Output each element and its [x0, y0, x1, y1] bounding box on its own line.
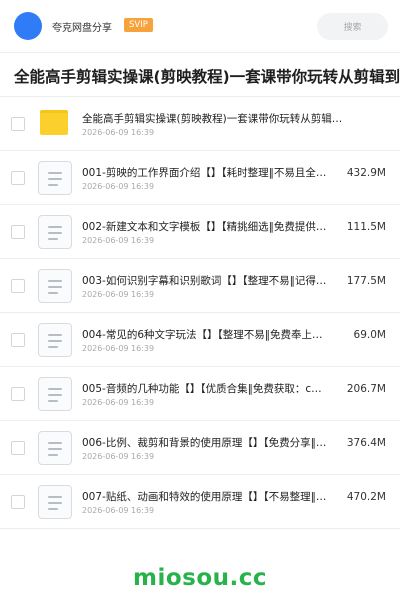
file-size: 470.2M [346, 491, 386, 503]
file-date: 2026-06-09 16:39 [82, 452, 155, 461]
file-date: 2026-06-09 16:39 [82, 182, 155, 191]
row-checkbox[interactable] [11, 117, 25, 131]
file-size: 69.0M [353, 329, 386, 341]
row-checkbox[interactable] [11, 441, 25, 455]
file-date: 2026-06-09 16:39 [82, 290, 155, 299]
site-name[interactable]: 夸克网盘分享 [52, 19, 112, 34]
file-size: 111.5M [346, 221, 386, 233]
avatar[interactable] [14, 12, 42, 40]
page-title: 全能高手剪辑实操课(剪映教程)一套课带你玩转从剪辑到创 [14, 68, 400, 86]
search-input[interactable]: 搜索 [317, 13, 388, 40]
svip-badge: SVIP [124, 18, 153, 32]
file-size: 206.7M [346, 383, 386, 395]
document-icon [38, 323, 72, 357]
row-checkbox[interactable] [11, 495, 25, 509]
document-icon [38, 485, 72, 519]
document-icon [38, 377, 72, 411]
list-item[interactable]: 003-如何识别字幕和识别歌词【】【整理不易‖记得… 2026-06-09 16… [0, 259, 400, 313]
row-divider [0, 528, 400, 529]
document-icon [38, 431, 72, 465]
file-name[interactable]: 全能高手剪辑实操课(剪映教程)一套课带你玩转从剪辑… [82, 111, 354, 126]
file-size: 177.5M [346, 275, 386, 287]
list-item[interactable]: 006-比例、裁剪和背景的使用原理【】【免费分享‖… 2026-06-09 16… [0, 421, 400, 475]
document-icon [38, 269, 72, 303]
file-date: 2026-06-09 16:39 [82, 398, 155, 407]
document-icon [38, 161, 72, 195]
list-item[interactable]: 005-音频的几种功能【】【优质合集‖免费获取：c… 2026-06-09 16… [0, 367, 400, 421]
row-checkbox[interactable] [11, 279, 25, 293]
file-name[interactable]: 007-贴纸、动画和特效的使用原理【】【不易整理‖… [82, 489, 346, 504]
header: 夸克网盘分享 SVIP 搜索 [0, 0, 400, 52]
row-checkbox[interactable] [11, 171, 25, 185]
row-checkbox[interactable] [11, 225, 25, 239]
watermark-text: miosou.cc [132, 565, 268, 591]
file-name[interactable]: 005-音频的几种功能【】【优质合集‖免费获取：c… [82, 381, 346, 396]
file-size: 432.9M [346, 167, 386, 179]
list-item[interactable]: 007-贴纸、动画和特效的使用原理【】【不易整理‖… 2026-06-09 16… [0, 475, 400, 529]
file-name[interactable]: 004-常见的6种文字玩法【】【整理不易‖免费奉上… [82, 327, 346, 342]
list-item[interactable]: 001-剪映的工作界面介绍【】【耗时整理‖不易且全… 2026-06-09 16… [0, 151, 400, 205]
file-date: 2026-06-09 16:39 [82, 506, 155, 515]
file-name[interactable]: 006-比例、裁剪和背景的使用原理【】【免费分享‖… [82, 435, 346, 450]
row-checkbox[interactable] [11, 387, 25, 401]
folder-icon [38, 107, 72, 141]
list-item[interactable]: 全能高手剪辑实操课(剪映教程)一套课带你玩转从剪辑… 2026-06-09 16… [0, 97, 400, 151]
file-name[interactable]: 002-新建文本和文字模板【】【精挑细选‖免费提供… [82, 219, 346, 234]
file-size: 376.4M [346, 437, 386, 449]
list-item[interactable]: 004-常见的6种文字玩法【】【整理不易‖免费奉上… 2026-06-09 16… [0, 313, 400, 367]
header-divider [0, 52, 400, 53]
list-item[interactable]: 002-新建文本和文字模板【】【精挑细选‖免费提供… 2026-06-09 16… [0, 205, 400, 259]
file-name[interactable]: 003-如何识别字幕和识别歌词【】【整理不易‖记得… [82, 273, 346, 288]
file-date: 2026-06-09 16:39 [82, 236, 155, 245]
document-icon [38, 215, 72, 249]
row-checkbox[interactable] [11, 333, 25, 347]
file-date: 2026-06-09 16:39 [82, 344, 155, 353]
file-date: 2026-06-09 16:39 [82, 128, 155, 137]
search-placeholder: 搜索 [343, 23, 362, 33]
file-name[interactable]: 001-剪映的工作界面介绍【】【耗时整理‖不易且全… [82, 165, 346, 180]
